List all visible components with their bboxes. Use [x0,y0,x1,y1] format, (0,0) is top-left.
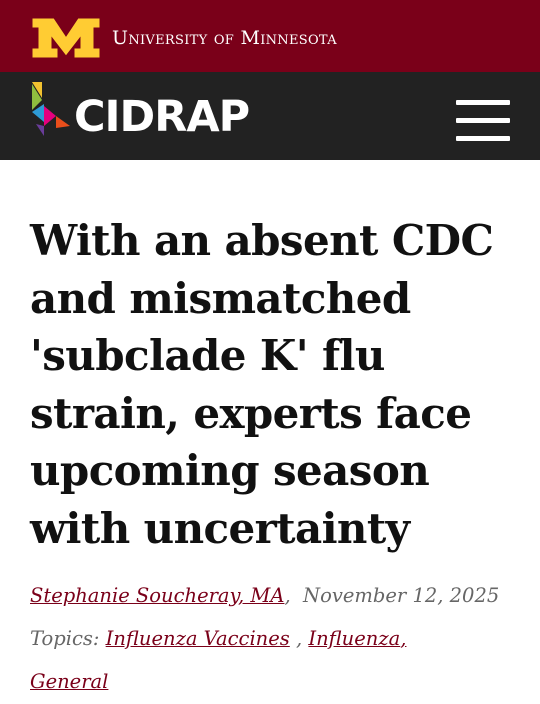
topic-separator: , [400,627,407,650]
university-banner: University of Minnesota [0,0,540,72]
article-meta: Stephanie Soucheray, MA, November 12, 20… [30,574,520,703]
university-name-link[interactable]: University of Minnesota [112,27,337,49]
topics-label: Topics: [30,627,100,650]
topics-row: Topics: Influenza Vaccines , Influenza, [30,627,407,650]
article-title: With an absent CDC and mismatched 'subcl… [30,216,494,553]
hamburger-menu-icon[interactable] [456,98,510,142]
byline-row: Stephanie Soucheray, MA, November 12, 20… [30,574,520,617]
university-m-logo-icon[interactable] [30,16,102,60]
topic-link-general[interactable]: General [30,670,108,693]
cidrap-logo-text[interactable]: CIDRAP [74,92,250,142]
publish-date: November 12, 2025 [303,584,500,607]
topic-link-influenza[interactable]: Influenza [308,627,400,650]
byline-separator: , [284,584,291,607]
cidrap-logo-mark-icon[interactable] [30,82,74,138]
topics-row-continued: General [30,660,520,703]
topic-link-influenza-vaccines[interactable]: Influenza Vaccines [106,627,290,650]
author-link[interactable]: Stephanie Soucheray, MA [30,584,284,607]
